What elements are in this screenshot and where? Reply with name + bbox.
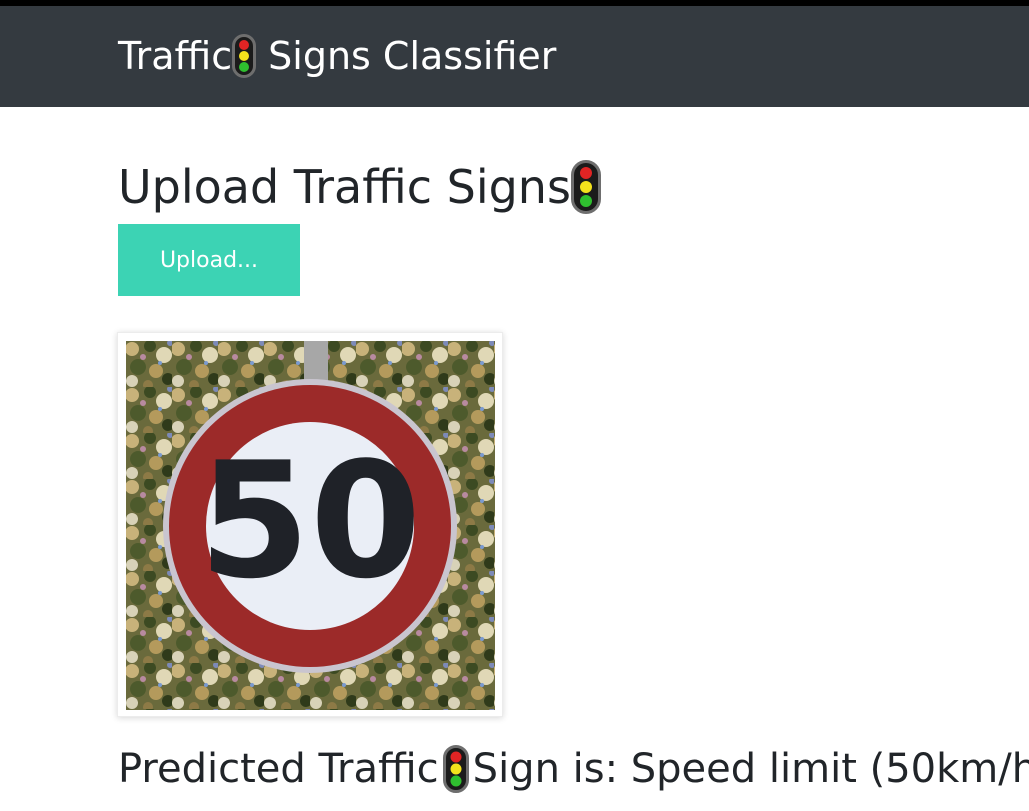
traffic-light-icon bbox=[442, 745, 469, 793]
uploaded-sign-image: 50 bbox=[126, 341, 495, 710]
traffic-light-icon bbox=[232, 34, 257, 78]
sign-speed-text: 50 bbox=[199, 427, 422, 614]
navbar: Traffic Signs Classifier bbox=[0, 6, 1029, 107]
upload-heading: Upload Traffic Signs bbox=[118, 158, 601, 216]
traffic-light-icon bbox=[570, 160, 601, 214]
prediction-prefix: Predicted Traffic bbox=[118, 746, 439, 792]
navbar-brand[interactable]: Traffic Signs Classifier bbox=[118, 33, 556, 79]
prediction-suffix: Sign is: Speed limit (50km/h) bbox=[472, 746, 1029, 792]
brand-text-right: Signs Classifier bbox=[268, 34, 557, 78]
prediction-result: Predicted Traffic Sign is: Speed limit (… bbox=[118, 740, 1029, 798]
upload-heading-text: Upload Traffic Signs bbox=[118, 160, 571, 214]
brand-text-left: Traffic bbox=[118, 34, 233, 78]
image-preview-card: 50 bbox=[117, 332, 503, 717]
upload-button[interactable]: Upload... bbox=[118, 224, 300, 296]
